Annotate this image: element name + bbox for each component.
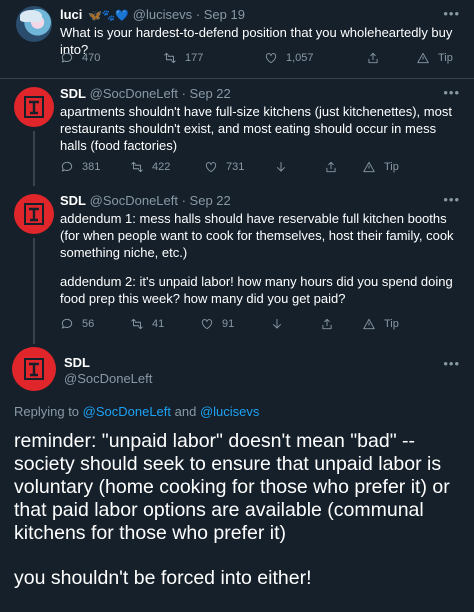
sdl-logo-icon [24, 358, 44, 380]
reply-count: 56 [82, 318, 95, 330]
display-name[interactable]: luci [60, 7, 82, 22]
tip-button[interactable]: Tip [362, 317, 399, 331]
tweet-header: SDL @SocDoneLeft · Sep 22 [60, 193, 231, 209]
display-name[interactable]: SDL [60, 86, 86, 101]
share-icon [326, 161, 336, 173]
main-tweet-text: reminder: "unpaid labor" doesn't mean "b… [14, 430, 464, 612]
handle[interactable]: @SocDoneLeft [90, 86, 178, 101]
heart-icon [205, 162, 217, 173]
share-icon [322, 318, 332, 330]
reply-count: 381 [82, 161, 101, 173]
avatar-sdl[interactable] [14, 194, 54, 234]
main-paragraph-2: you shouldn't be forced into either! [14, 567, 312, 589]
like-count: 731 [226, 161, 245, 173]
timestamp[interactable]: Sep 19 [204, 7, 245, 22]
tip-label: Tip [384, 161, 399, 173]
tip-icon [363, 161, 375, 173]
tip-icon [417, 52, 429, 64]
handle[interactable]: @SocDoneLeft [64, 371, 152, 386]
arrow-down-icon [277, 161, 285, 172]
name-emojis: 🦋🐾💙 [88, 10, 130, 22]
separator: · [177, 193, 190, 208]
retweet-button[interactable]: 422 [130, 160, 170, 174]
tip-button[interactable]: Tip [416, 51, 453, 65]
display-name[interactable]: SDL [60, 193, 86, 208]
thread-line [33, 131, 35, 186]
more-options-icon[interactable]: ••• [443, 85, 460, 100]
like-button[interactable]: 1,057 [264, 51, 314, 65]
tweet-actions: 470 177 1,057 Tip [60, 51, 453, 69]
like-count: 1,057 [286, 52, 314, 64]
arrow-down-icon [273, 318, 281, 329]
tip-icon [363, 318, 375, 330]
handle[interactable]: @SocDoneLeft [90, 193, 178, 208]
tweet-text: apartments shouldn't have full-size kitc… [60, 104, 452, 153]
reply-button[interactable]: 381 [60, 160, 100, 174]
tweet-luci[interactable]: luci 🦋🐾💙 @lucisevs · Sep 19 ••• What is … [0, 0, 474, 78]
avatar-sdl-main[interactable] [12, 347, 56, 391]
retweet-button[interactable]: 177 [163, 51, 203, 65]
heart-icon [265, 53, 277, 64]
separator: · [192, 7, 204, 22]
timestamp[interactable]: Sep 22 [190, 86, 231, 101]
timestamp[interactable]: Sep 22 [190, 193, 231, 208]
tweet-actions: 381 422 731 Tip [60, 160, 440, 178]
retweet-icon [131, 161, 143, 173]
share-button[interactable] [366, 51, 388, 65]
more-options-icon[interactable]: ••• [443, 6, 460, 21]
share-button[interactable] [320, 317, 342, 331]
reply-user-link[interactable]: @SocDoneLeft [83, 404, 171, 419]
tip-label: Tip [384, 318, 399, 330]
retweet-button[interactable]: 41 [130, 317, 164, 331]
tweet-text-addendum-2: addendum 2: it's unpaid labor! how many … [60, 274, 453, 306]
like-button[interactable]: 731 [204, 160, 244, 174]
heart-icon [201, 319, 213, 330]
tweet-header: SDL @SocDoneLeft · Sep 22 [60, 86, 231, 102]
more-options-icon[interactable]: ••• [443, 356, 460, 371]
thread-line [33, 238, 35, 344]
tweet-text-addendum-1: addendum 1: mess halls should have reser… [60, 211, 454, 260]
handle[interactable]: @lucisevs [133, 7, 192, 22]
like-count: 91 [222, 318, 235, 330]
retweet-count: 422 [152, 161, 171, 173]
tweet-sdl-2[interactable]: SDL @SocDoneLeft · Sep 22 ••• addendum 1… [0, 186, 474, 344]
retweet-count: 177 [185, 52, 204, 64]
more-options-icon[interactable]: ••• [443, 192, 460, 207]
replying-and: and [171, 404, 200, 419]
reply-count: 470 [82, 52, 101, 64]
avatar-luci[interactable] [16, 6, 52, 42]
reply-icon [61, 52, 73, 63]
share-icon [368, 52, 378, 64]
share-button[interactable] [324, 160, 346, 174]
tweet-actions: 56 41 91 Tip [60, 317, 440, 335]
replying-prefix: Replying to [14, 404, 83, 419]
tip-label: Tip [438, 52, 453, 64]
tip-button[interactable]: Tip [362, 160, 399, 174]
display-name[interactable]: SDL [64, 355, 90, 370]
reply-button[interactable]: 470 [60, 51, 100, 65]
like-button[interactable]: 91 [200, 317, 234, 331]
sdl-logo-icon [24, 203, 44, 225]
reply-user-link[interactable]: @lucisevs [200, 404, 259, 419]
replying-to: Replying to @SocDoneLeft and @lucisevs [14, 404, 259, 419]
downvote-button[interactable] [274, 160, 296, 174]
reply-button[interactable]: 56 [60, 317, 94, 331]
retweet-icon [131, 318, 143, 330]
reply-icon [61, 318, 73, 329]
sdl-logo-icon [24, 96, 44, 118]
reply-icon [61, 161, 73, 172]
downvote-button[interactable] [270, 317, 292, 331]
tweet-sdl-1[interactable]: SDL @SocDoneLeft · Sep 22 ••• apartments… [0, 79, 474, 186]
avatar-sdl[interactable] [14, 87, 54, 127]
retweet-icon [164, 52, 176, 64]
separator: · [177, 86, 190, 101]
tweet-header: luci 🦋🐾💙 @lucisevs · Sep 19 [60, 7, 245, 24]
retweet-count: 41 [152, 318, 165, 330]
main-paragraph-1: reminder: "unpaid labor" doesn't mean "b… [14, 430, 450, 544]
